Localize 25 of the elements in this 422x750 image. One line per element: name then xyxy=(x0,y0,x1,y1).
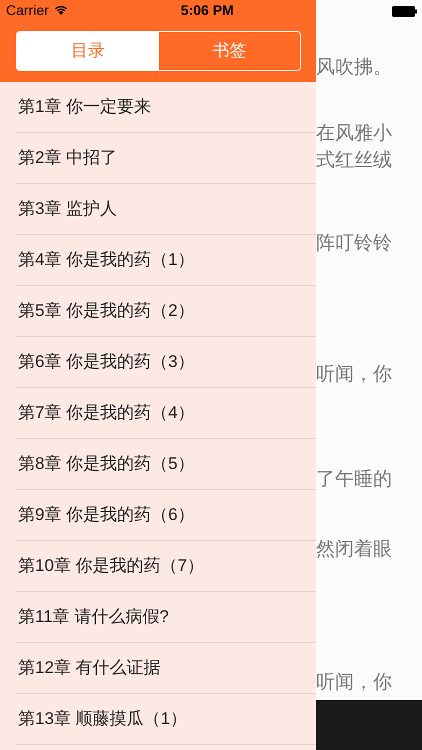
carrier-label: Carrier xyxy=(6,0,49,20)
battery-icon xyxy=(392,6,417,17)
chapter-item[interactable]: 第13章 顺藤摸瓜（1） xyxy=(16,694,316,745)
page-text-line: 风吹拂。 xyxy=(316,56,392,80)
chapter-item[interactable]: 第5章 你是我的药（2） xyxy=(16,286,316,337)
chapter-item[interactable]: 第9章 你是我的药（6） xyxy=(16,490,316,541)
page-text-line: 在风雅小 xyxy=(316,122,392,146)
page-text-line: 听闻，你 xyxy=(316,671,392,695)
chapter-item[interactable]: 第2章 中招了 xyxy=(16,133,316,184)
chapter-item[interactable]: 第6章 你是我的药（3） xyxy=(16,337,316,388)
page-text-line: 听闻，你 xyxy=(316,363,392,387)
chapter-item[interactable]: 第3章 监护人 xyxy=(16,184,316,235)
page-text-line: 然闭着眼 xyxy=(316,538,392,562)
chapter-item[interactable]: 第1章 你一定要来 xyxy=(16,82,316,133)
chapter-item[interactable]: 第12章 有什么证据 xyxy=(16,643,316,694)
chapter-item[interactable]: 第10章 你是我的药（7） xyxy=(16,541,316,592)
clock-label: 5:06 PM xyxy=(180,0,234,20)
chapter-item[interactable]: 第11章 请什么病假? xyxy=(16,592,316,643)
chapter-item[interactable]: 第4章 你是我的药（1） xyxy=(16,235,316,286)
chapter-item[interactable]: 第7章 你是我的药（4） xyxy=(16,388,316,439)
page-text-line: 阵叮铃铃 xyxy=(316,232,392,256)
page-text-line: 了午睡的 xyxy=(316,468,392,492)
page-text-line: 式红丝绒 xyxy=(316,149,392,173)
wifi-icon xyxy=(54,5,68,15)
chapter-item[interactable]: 第8章 你是我的药（5） xyxy=(16,439,316,490)
